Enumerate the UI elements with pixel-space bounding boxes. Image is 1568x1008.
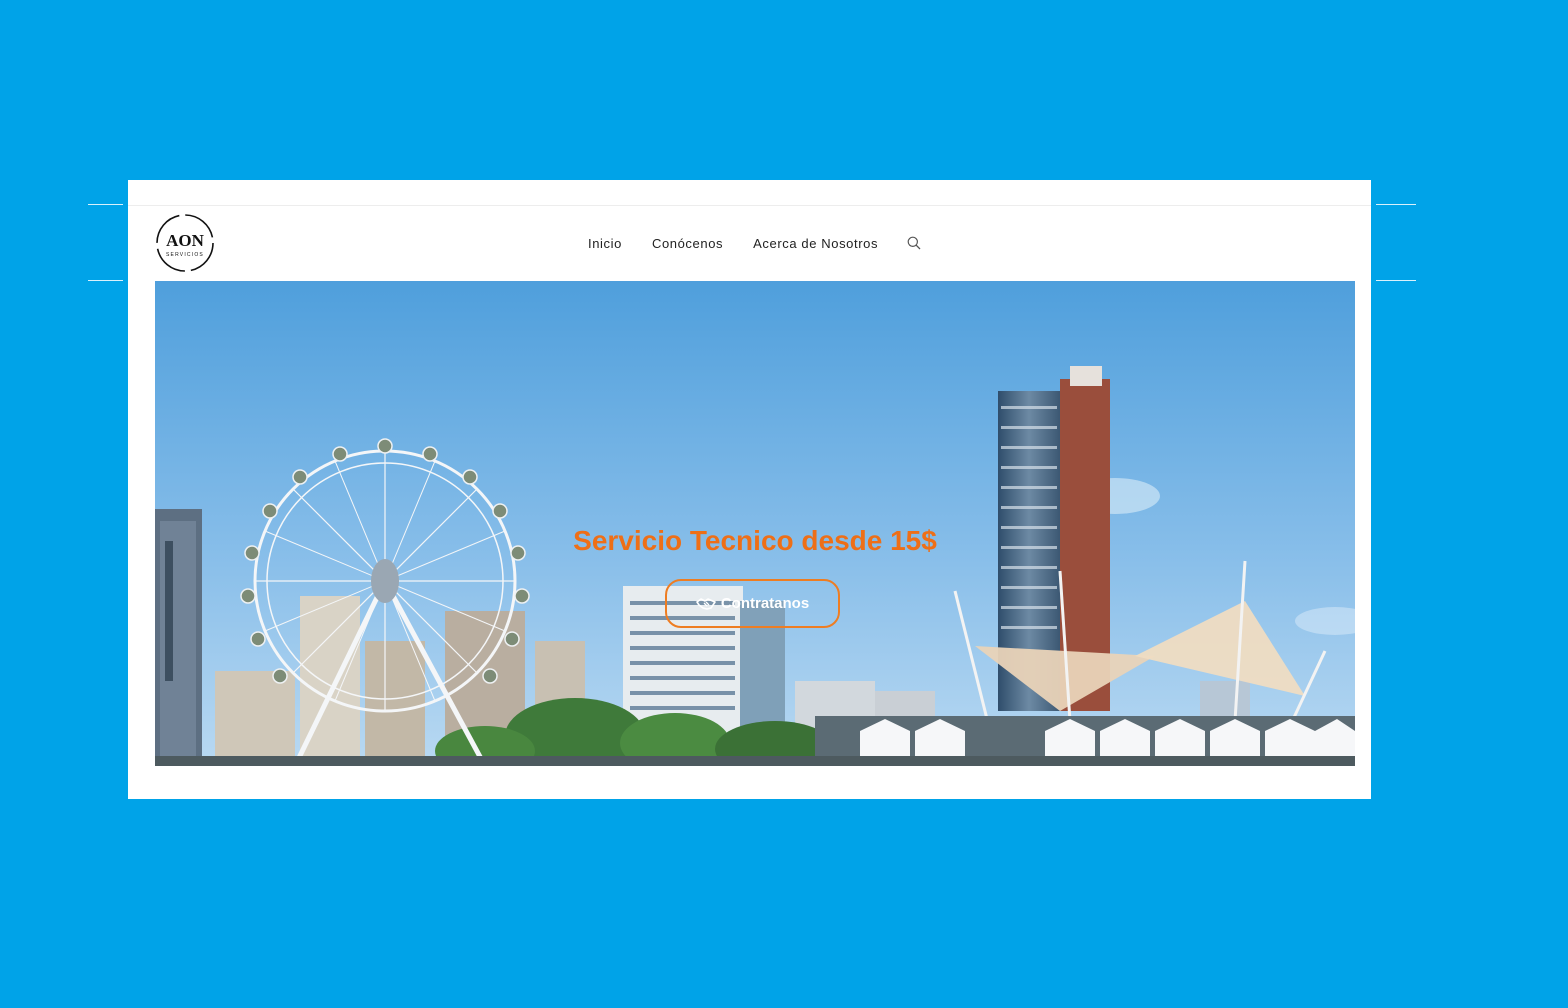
site-logo[interactable]: AON SERVICIOS: [155, 213, 215, 273]
contratanos-button[interactable]: Contratanos: [665, 579, 840, 628]
site-header: AON SERVICIOS Inicio Conócenos Acerca de…: [128, 206, 1371, 280]
logo-text: AON: [166, 231, 205, 250]
hero-banner: Servicio Tecnico desde 15$ Contratanos: [155, 281, 1355, 766]
hero-background-image: [155, 281, 1355, 766]
decorative-line: [1376, 280, 1416, 281]
nav-item-conocenos[interactable]: Conócenos: [652, 236, 723, 251]
nav-item-acerca[interactable]: Acerca de Nosotros: [753, 236, 878, 251]
search-icon[interactable]: [906, 235, 922, 251]
logo-mark: AON SERVICIOS: [156, 214, 214, 272]
website-card: AON SERVICIOS Inicio Conócenos Acerca de…: [128, 180, 1371, 799]
decorative-line: [1376, 204, 1416, 205]
decorative-line: [88, 204, 123, 205]
main-nav: Inicio Conócenos Acerca de Nosotros: [573, 206, 922, 280]
logo-subtext: SERVICIOS: [166, 252, 204, 258]
contratanos-label: Contratanos: [720, 595, 810, 612]
handshake-icon: [696, 597, 716, 610]
nav-item-inicio[interactable]: Inicio: [588, 236, 622, 251]
hero-title: Servicio Tecnico desde 15$: [573, 525, 937, 556]
decorative-line: [88, 280, 123, 281]
